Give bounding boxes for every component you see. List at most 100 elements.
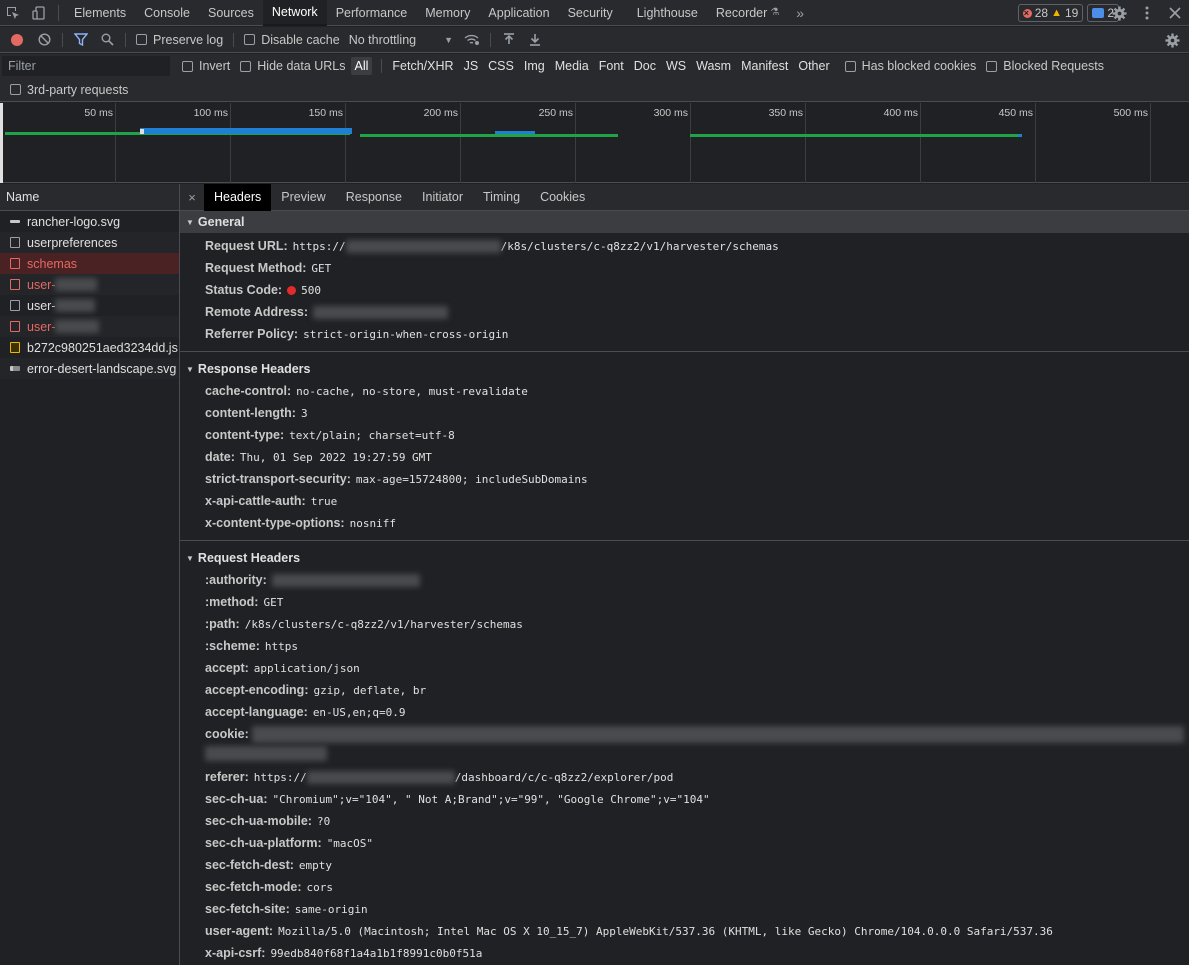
tab-console[interactable]: Console [135, 0, 199, 26]
request-headers-section-header[interactable]: ▼ Request Headers [180, 547, 1189, 569]
blocked-requests-checkbox[interactable]: Blocked Requests [986, 59, 1104, 73]
blocked-requests-label: Blocked Requests [1003, 59, 1105, 73]
inspect-element-icon[interactable] [0, 0, 26, 26]
request-row[interactable]: rancher-logo.svg [0, 211, 179, 232]
type-filter-media[interactable]: Media [550, 57, 594, 75]
request-row[interactable]: user- [0, 274, 179, 295]
error-file-icon [10, 279, 20, 290]
request-row[interactable]: error-desert-landscape.svg [0, 358, 179, 379]
kebab-menu-icon[interactable] [1133, 0, 1161, 26]
type-filter-font[interactable]: Font [594, 57, 629, 75]
device-toolbar-icon[interactable] [26, 0, 52, 26]
tab-memory[interactable]: Memory [416, 0, 479, 26]
response-header-row: strict-transport-security: max-age=157248… [180, 468, 1189, 490]
header-value: Thu, 01 Sep 2022 19:27:59 GMT [239, 450, 432, 464]
record-icon[interactable] [11, 33, 23, 46]
type-filter-all[interactable]: All [350, 57, 373, 75]
tab-application[interactable]: Application [479, 0, 558, 26]
tab-recorder[interactable]: Recorder ⚗ [707, 0, 788, 26]
close-icon[interactable] [1161, 0, 1189, 26]
type-filter-manifest[interactable]: Manifest [736, 57, 793, 75]
type-filter-img[interactable]: Img [519, 57, 550, 75]
name-column-header[interactable]: Name [0, 184, 179, 211]
tab-lighthouse[interactable]: Lighthouse [628, 0, 707, 26]
request-row[interactable]: user- [0, 295, 179, 316]
checkbox-box[interactable] [10, 84, 21, 95]
hide-data-urls-checkbox[interactable]: Hide data URLs [240, 59, 346, 73]
header-value: max-age=15724800; includeSubDomains [355, 472, 588, 486]
header-value: application/json [253, 661, 360, 675]
type-filter-fetch-xhr[interactable]: Fetch/XHR [387, 57, 458, 75]
request-header-row: sec-ch-ua: "Chromium";v="104", " Not A;Br… [180, 788, 1189, 810]
timeline-start-handle[interactable] [0, 103, 3, 183]
general-section-header[interactable]: ▼ General [180, 211, 1189, 233]
tab-network[interactable]: Network [262, 0, 327, 26]
header-key: accept: [205, 661, 249, 675]
checkbox-box[interactable] [182, 60, 193, 72]
checkbox-box[interactable] [240, 60, 252, 72]
timeline-gridline [690, 103, 691, 183]
header-value: gzip, deflate, br [313, 683, 427, 697]
tab-performance[interactable]: Performance [327, 0, 417, 26]
hide-data-urls-label: Hide data URLs [257, 59, 346, 73]
type-filter-css[interactable]: CSS [483, 57, 519, 75]
tab-headers[interactable]: Headers [204, 183, 272, 211]
js-file-icon [10, 342, 20, 353]
header-key: :authority: [205, 573, 267, 587]
network-overview-timeline[interactable]: 50 ms 100 ms 150 ms 200 ms 250 ms 300 ms… [0, 103, 1189, 183]
document-file-icon [10, 237, 20, 248]
throttling-select[interactable]: No throttling ▼ [349, 33, 453, 47]
filter-icon[interactable] [68, 28, 94, 52]
timeline-tick-label: 450 ms [998, 107, 1033, 119]
filter-input[interactable] [2, 56, 170, 76]
checkbox-box[interactable] [136, 34, 147, 45]
request-header-row: :scheme: https [180, 635, 1189, 657]
request-name: user- [27, 319, 56, 334]
tab-elements[interactable]: Elements [65, 0, 135, 26]
disable-cache-checkbox[interactable]: Disable cache [244, 33, 340, 47]
export-har-icon[interactable] [522, 28, 548, 52]
tab-cookies[interactable]: Cookies [530, 184, 595, 211]
checkbox-box[interactable] [244, 34, 256, 45]
header-key: date: [205, 450, 235, 464]
timeline-tick-label: 250 ms [538, 107, 573, 119]
search-icon[interactable] [94, 28, 120, 52]
tab-response[interactable]: Response [336, 184, 412, 211]
type-filter-other[interactable]: Other [793, 57, 834, 75]
blocked-cookies-checkbox[interactable]: Has blocked cookies [844, 59, 976, 73]
request-row[interactable]: user- [0, 316, 179, 337]
issues-badge[interactable]: 28 ▲ 19 [1017, 4, 1084, 22]
tab-preview[interactable]: Preview [271, 184, 335, 211]
clear-icon[interactable] [31, 28, 57, 52]
checkbox-box[interactable] [986, 60, 998, 72]
header-key: Remote Address: [205, 305, 309, 319]
header-key: sec-ch-ua-platform: [205, 836, 322, 850]
request-row[interactable]: b272c980251aed3234dd.js [0, 337, 179, 358]
type-filter-js[interactable]: JS [459, 57, 484, 75]
tab-sources[interactable]: Sources [199, 0, 263, 26]
more-tabs-icon[interactable]: » [788, 5, 812, 21]
warning-icon: ▲ [1051, 7, 1062, 19]
network-settings-gear-icon[interactable] [1159, 28, 1185, 52]
tab-security[interactable]: Security [559, 0, 622, 26]
checkbox-box[interactable] [844, 60, 856, 72]
third-party-checkbox[interactable]: 3rd-party requests [10, 83, 128, 97]
settings-gear-icon[interactable] [1105, 0, 1133, 26]
request-row-selected[interactable]: schemas [0, 253, 179, 274]
invert-checkbox[interactable]: Invert [182, 59, 230, 73]
close-detail-icon[interactable]: × [180, 190, 204, 205]
preserve-log-checkbox[interactable]: Preserve log [136, 33, 223, 47]
tab-timing[interactable]: Timing [473, 184, 530, 211]
header-key: accept-encoding: [205, 683, 309, 697]
tab-initiator[interactable]: Initiator [412, 184, 473, 211]
request-row[interactable]: userpreferences [0, 232, 179, 253]
response-headers-section-header[interactable]: ▼ Response Headers [180, 358, 1189, 380]
type-filter-doc[interactable]: Doc [629, 57, 661, 75]
header-key: :scheme: [205, 639, 260, 653]
image-file-icon [10, 220, 20, 223]
type-filter-ws[interactable]: WS [661, 57, 691, 75]
response-header-row: x-content-type-options: nosniff [180, 512, 1189, 534]
network-conditions-icon[interactable] [459, 28, 485, 52]
import-har-icon[interactable] [496, 28, 522, 52]
type-filter-wasm[interactable]: Wasm [691, 57, 736, 75]
